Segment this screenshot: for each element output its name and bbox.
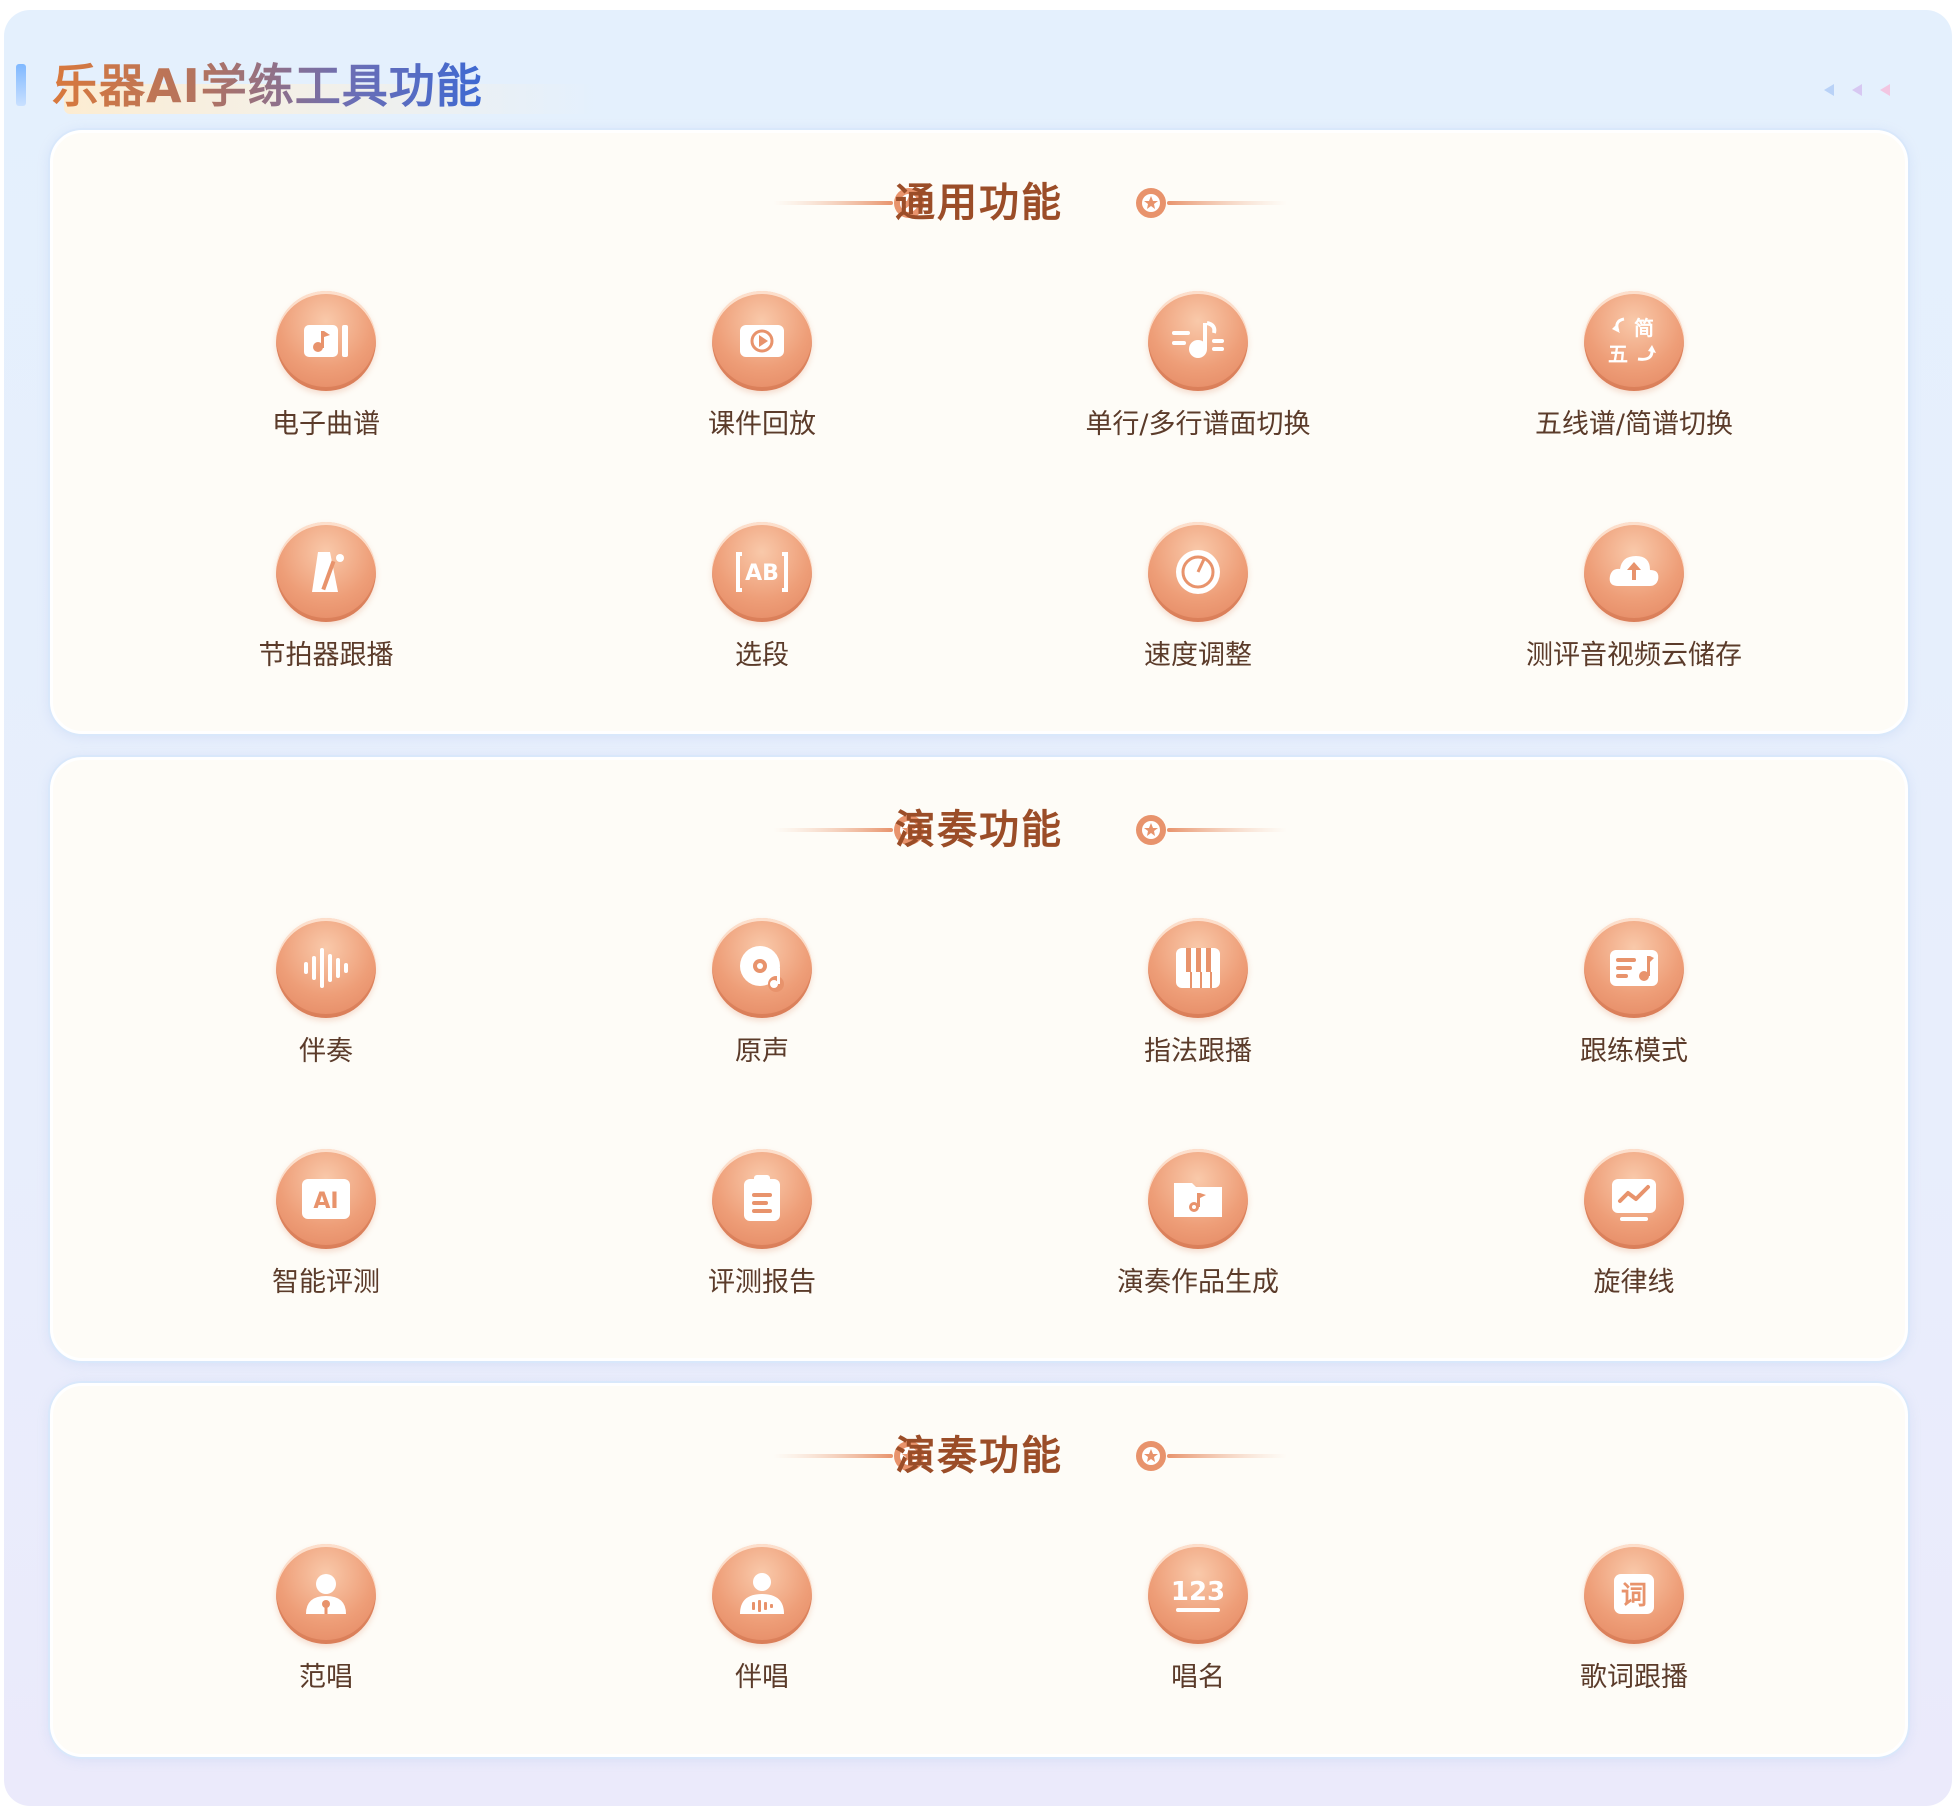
decorative-arrows-icon: [1824, 84, 1890, 96]
feature-chorus[interactable]: 伴唱: [612, 1544, 912, 1696]
feature-demo-singing[interactable]: 范唱: [176, 1544, 476, 1696]
title-accent-bar: [16, 64, 26, 106]
music-sheet-icon: [276, 291, 376, 391]
waveform-icon: [276, 918, 376, 1018]
chorus-singer-icon: [712, 1544, 812, 1644]
section-singing: 演奏功能 范唱 伴唱 123 唱名 词 歌词跟播: [50, 1383, 1908, 1757]
singer-icon: [276, 1544, 376, 1644]
section-performance: 演奏功能 伴奏 原声 指法跟播 跟练模式 AI 智能评测 评测报告 演奏作品生成…: [50, 757, 1908, 1361]
feature-metronome[interactable]: 节拍器跟播: [176, 522, 476, 674]
feature-notation-switch[interactable]: 简五 五线谱/简谱切换: [1484, 291, 1784, 443]
feature-label: 课件回放: [708, 409, 816, 440]
line-switch-icon: [1148, 291, 1248, 391]
feature-label: 原声: [735, 1036, 789, 1067]
notation-switch-icon: 简五: [1584, 291, 1684, 391]
feature-courseware-replay[interactable]: 课件回放: [612, 291, 912, 443]
feature-label: 伴唱: [735, 1662, 789, 1693]
feature-label: 智能评测: [272, 1267, 380, 1298]
feature-ai-evaluation[interactable]: AI 智能评测: [176, 1149, 476, 1301]
feature-label: 五线谱/简谱切换: [1534, 409, 1734, 440]
section-title: 演奏功能: [895, 807, 1063, 853]
feature-label: 伴奏: [299, 1036, 353, 1067]
feature-performance-generation[interactable]: 演奏作品生成: [1048, 1149, 1348, 1301]
solfege-123-icon: 123: [1148, 1544, 1248, 1644]
section-header: 演奏功能: [53, 760, 1905, 900]
section-title: 通用功能: [895, 180, 1063, 226]
feature-solfege[interactable]: 123 唱名: [1048, 1544, 1348, 1696]
section-header: 演奏功能: [53, 1386, 1905, 1526]
feature-label: 单行/多行谱面切换: [1085, 409, 1311, 440]
feature-label: 跟练模式: [1580, 1036, 1688, 1067]
section-header: 通用功能: [53, 133, 1905, 273]
ai-glyph: AI: [313, 1189, 338, 1214]
trend-chart-icon: [1584, 1149, 1684, 1249]
wu-glyph: 五: [1608, 342, 1628, 366]
clipboard-icon: [712, 1149, 812, 1249]
feature-label: 旋律线: [1593, 1267, 1675, 1298]
feature-e-score[interactable]: 电子曲谱: [176, 291, 476, 443]
feature-label: 歌词跟播: [1580, 1662, 1688, 1693]
cloud-upload-icon: [1584, 522, 1684, 622]
feature-practice-mode[interactable]: 跟练模式: [1484, 918, 1784, 1070]
feature-label: 唱名: [1171, 1662, 1225, 1693]
feature-cloud-storage[interactable]: 测评音视频云储存: [1484, 522, 1784, 674]
ab-section-icon: AB: [712, 522, 812, 622]
feature-label: 测评音视频云储存: [1526, 640, 1742, 671]
feature-label: 速度调整: [1144, 640, 1252, 671]
playlist-icon: [1584, 918, 1684, 1018]
ai-icon: AI: [276, 1149, 376, 1249]
feature-label: 评测报告: [708, 1267, 816, 1298]
feature-label: 演奏作品生成: [1117, 1267, 1279, 1298]
piano-keys-icon: [1148, 918, 1248, 1018]
feature-label: 范唱: [299, 1662, 353, 1693]
num-glyph: 123: [1171, 1577, 1225, 1607]
replay-icon: [712, 291, 812, 391]
page-title: 乐器AI学练工具功能: [52, 56, 483, 116]
feature-label: 选段: [735, 640, 789, 671]
feature-melody-line[interactable]: 旋律线: [1484, 1149, 1784, 1301]
feature-fingering[interactable]: 指法跟播: [1048, 918, 1348, 1070]
speedometer-icon: [1148, 522, 1248, 622]
section-general: 通用功能 电子曲谱 课件回放 单行/多行谱面切换 简五 五线谱/简谱切换 节拍器…: [50, 130, 1908, 734]
lyrics-icon: 词: [1584, 1544, 1684, 1644]
feature-label: 电子曲谱: [272, 409, 380, 440]
feature-label: 节拍器跟播: [258, 640, 394, 671]
vinyl-icon: [712, 918, 812, 1018]
music-folder-icon: [1148, 1149, 1248, 1249]
feature-label: 指法跟播: [1144, 1036, 1252, 1067]
ci-glyph: 词: [1621, 1581, 1647, 1611]
feature-original-sound[interactable]: 原声: [612, 918, 912, 1070]
feature-evaluation-report[interactable]: 评测报告: [612, 1149, 912, 1301]
metronome-icon: [276, 522, 376, 622]
feature-lyrics-follow[interactable]: 词 歌词跟播: [1484, 1544, 1784, 1696]
feature-line-switch[interactable]: 单行/多行谱面切换: [1048, 291, 1348, 443]
jian-glyph: 简: [1634, 316, 1654, 340]
feature-accompaniment[interactable]: 伴奏: [176, 918, 476, 1070]
feature-ab-section[interactable]: AB 选段: [612, 522, 912, 674]
section-title: 演奏功能: [895, 1433, 1063, 1479]
feature-speed-adjust[interactable]: 速度调整: [1048, 522, 1348, 674]
ab-glyph: AB: [745, 561, 779, 586]
